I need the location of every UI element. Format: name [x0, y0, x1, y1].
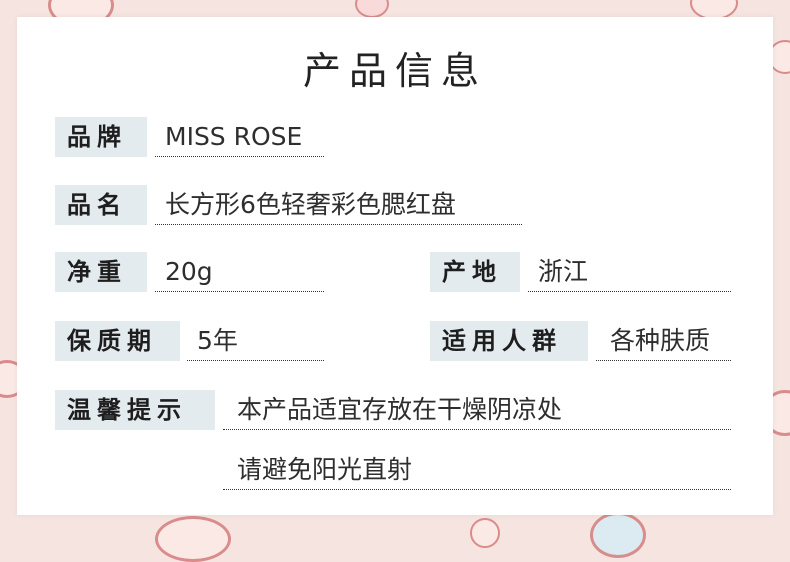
shelf-life-value: 5年 [187, 321, 324, 361]
product-name-label: 品名 [55, 185, 147, 225]
net-weight-label: 净重 [55, 252, 147, 292]
tips-line-1: 本产品适宜存放在干燥阴凉处 [223, 390, 731, 430]
page-title: 产品信息 [302, 49, 487, 93]
product-name-value: 长方形6色轻奢彩色腮红盘 [155, 185, 522, 225]
tips-line-2: 请避免阳光直射 [223, 450, 731, 490]
donut-decoration [355, 0, 389, 18]
brand-label: 品牌 [55, 117, 147, 157]
origin-label: 产地 [430, 252, 520, 292]
brand-value: MISS ROSE [155, 117, 324, 157]
origin-value: 浙江 [528, 252, 731, 292]
applicable-people-label: 适用人群 [430, 321, 588, 361]
donut-decoration [470, 518, 500, 548]
shelf-life-label: 保质期 [55, 321, 180, 361]
donut-decoration [155, 516, 231, 562]
donut-decoration [590, 512, 646, 558]
tips-label: 温馨提示 [55, 390, 215, 430]
applicable-people-value: 各种肤质 [596, 321, 731, 361]
net-weight-value: 20g [155, 252, 324, 292]
